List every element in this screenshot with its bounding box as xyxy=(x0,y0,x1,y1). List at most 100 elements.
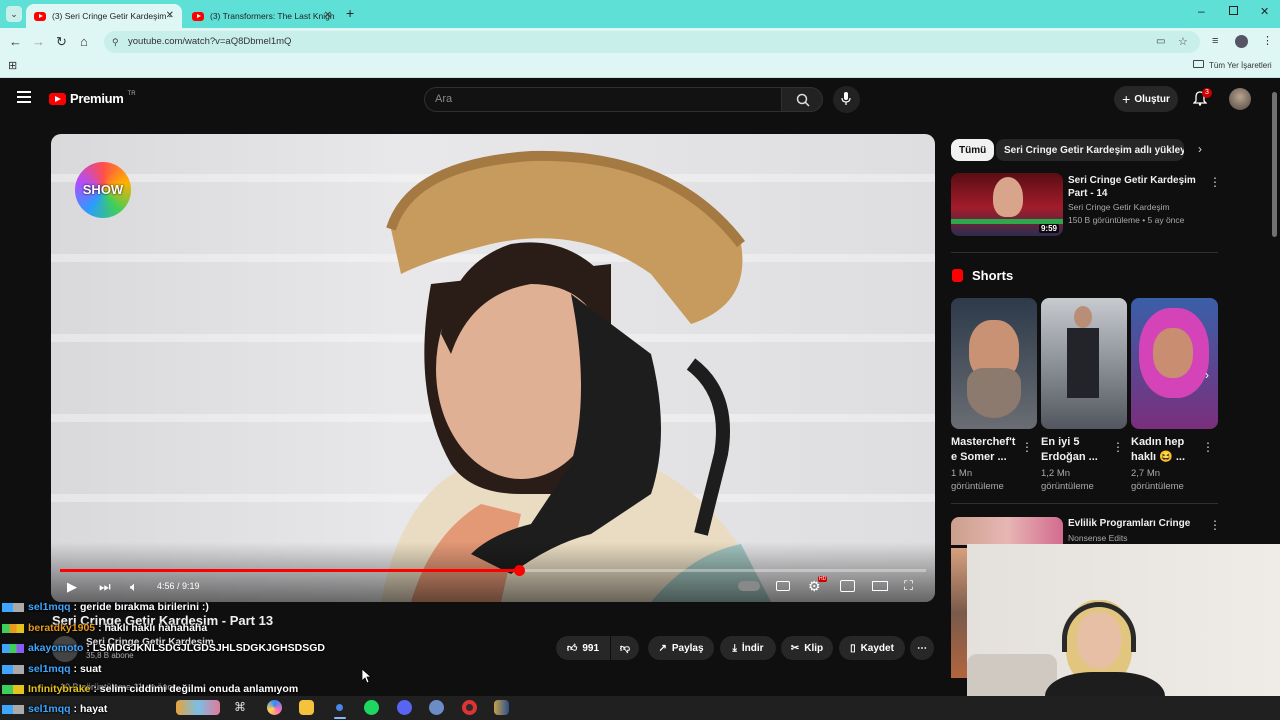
minimize-icon[interactable]: – xyxy=(1198,4,1205,18)
url-text: youtube.com/watch?v=aQ8Dbmel1mQ xyxy=(128,36,292,47)
thumbs-down-icon: 👎︎ xyxy=(619,643,631,654)
save-button[interactable]: ▯ Kaydet xyxy=(839,636,905,660)
video-channel[interactable]: Nonsense Edits xyxy=(1068,532,1128,544)
close-window-icon[interactable]: ✕ xyxy=(1260,5,1269,18)
autoplay-toggle[interactable] xyxy=(738,581,760,591)
chip-all[interactable]: Tümü xyxy=(951,139,995,161)
all-bookmarks-link[interactable]: Tüm Yer İşaretleri xyxy=(1209,61,1272,70)
chat-text: : haklı haklı hahahaha xyxy=(98,622,208,634)
tab-inactive[interactable]: (3) Transformers: The Last Knigh ✕ xyxy=(184,4,340,28)
reading-list-icon[interactable]: ≡ xyxy=(1212,35,1218,47)
obs-icon[interactable] xyxy=(462,700,477,715)
hamburger-menu-icon[interactable] xyxy=(17,91,31,103)
back-icon[interactable]: ← xyxy=(9,34,22,50)
video-thumbnail[interactable]: 9:59 xyxy=(951,173,1063,236)
install-app-icon[interactable]: ▭ xyxy=(1156,31,1165,53)
shorts-next-icon[interactable]: › xyxy=(1205,368,1209,382)
progress-bar-played xyxy=(60,569,519,572)
video-title[interactable]: Seri Cringe Getir Kardeşim Part - 14 xyxy=(1068,174,1208,200)
search-button[interactable] xyxy=(781,87,823,112)
browser-menu-icon[interactable]: ⋮ xyxy=(1262,34,1273,47)
chat-message: sel1mqq : suat xyxy=(2,663,102,675)
apps-grid-icon[interactable]: ⊞ xyxy=(8,59,17,72)
fullscreen-icon[interactable]: ⛶ xyxy=(904,578,913,594)
play-icon[interactable]: ▶ xyxy=(67,579,77,595)
home-icon[interactable]: ⌂ xyxy=(80,34,88,50)
bookmark-star-icon[interactable]: ☆ xyxy=(1178,31,1188,53)
notifications-button[interactable]: 3 xyxy=(1192,88,1212,111)
more-horiz-icon: ⋯ xyxy=(917,642,927,654)
new-tab-button[interactable]: + xyxy=(346,5,354,21)
chat-user: sel1mqq xyxy=(28,663,71,675)
more-vert-icon[interactable]: ⋮ xyxy=(1112,440,1124,454)
subtitles-icon[interactable] xyxy=(776,581,790,591)
chat-badges-icon xyxy=(2,704,24,714)
chrome-icon[interactable] xyxy=(332,700,347,715)
chat-message: beratdky1905 : haklı haklı hahahaha xyxy=(2,622,207,634)
forward-icon[interactable]: → xyxy=(32,34,45,50)
chat-text: : selim ciddimi değilmi onuda anlamıyom xyxy=(93,683,299,695)
shorts-title[interactable]: En iyi 5 Erdoğan ... xyxy=(1041,435,1103,465)
clip-button[interactable]: ✂ Klip xyxy=(781,636,833,660)
shorts-thumbnail[interactable]: › xyxy=(1131,298,1218,429)
voice-search-button[interactable] xyxy=(833,86,860,113)
more-vert-icon[interactable]: ⋮ xyxy=(1021,440,1033,454)
youtube-premium-logo[interactable]: Premium TR xyxy=(49,91,136,106)
search-input[interactable]: Ara xyxy=(424,87,782,112)
thumbnail-beard xyxy=(967,368,1021,418)
create-button[interactable]: + Oluştur xyxy=(1114,86,1178,112)
chat-message: sel1mqq : geride bırakma birilerini :) xyxy=(2,601,209,613)
shorts-heading: Shorts xyxy=(972,268,1014,283)
restore-icon[interactable] xyxy=(1229,6,1238,15)
theater-mode-icon[interactable] xyxy=(872,581,888,591)
miniplayer-icon[interactable] xyxy=(840,580,855,592)
chip-from-uploader[interactable]: Seri Cringe Getir Kardeşim adlı yükleyic… xyxy=(996,139,1184,161)
shorts-title[interactable]: Kadın hep haklı 😆 ... xyxy=(1131,435,1193,465)
app-icon[interactable] xyxy=(494,700,509,715)
close-tab-icon[interactable]: ✕ xyxy=(324,10,332,21)
profile-avatar[interactable] xyxy=(1235,35,1248,48)
site-info-icon[interactable]: ⚲ xyxy=(112,31,119,53)
file-explorer-icon[interactable] xyxy=(299,700,314,715)
more-vert-icon[interactable]: ⋮ xyxy=(1202,440,1214,454)
tab-active[interactable]: (3) Seri Cringe Getir Kardeşim - ✕ xyxy=(26,4,182,28)
reload-icon[interactable]: ↻ xyxy=(56,34,67,50)
like-button[interactable]: 👍︎ 991 xyxy=(556,636,610,660)
youtube-favicon-icon xyxy=(192,11,204,21)
discord-icon[interactable] xyxy=(397,700,412,715)
settings-app-icon[interactable] xyxy=(429,700,444,715)
more-actions-button[interactable]: ⋯ xyxy=(910,636,934,660)
download-button[interactable]: ⤓ İndir xyxy=(720,636,776,660)
next-icon[interactable]: ⏭ xyxy=(99,579,111,595)
video-channel[interactable]: Seri Cringe Getir Kardeşim xyxy=(1068,201,1170,213)
share-button[interactable]: ↗ Paylaş xyxy=(648,636,714,660)
shorts-thumbnail[interactable] xyxy=(1041,298,1127,429)
scrubber-handle[interactable] xyxy=(513,565,525,576)
widgets-icon[interactable] xyxy=(176,700,220,715)
chips-next-icon[interactable]: › xyxy=(1198,142,1202,156)
video-thumbnail[interactable] xyxy=(951,517,1063,545)
progress-bar[interactable] xyxy=(60,565,926,576)
shorts-title[interactable]: Masterchef't e Somer ... xyxy=(951,435,1017,465)
video-title[interactable]: Evlilik Programları Cringe xyxy=(1068,517,1208,530)
tab-search-icon[interactable]: ⌄ xyxy=(6,6,22,22)
task-view-icon[interactable]: ⌘ xyxy=(234,700,246,714)
mouse-cursor-icon xyxy=(362,669,372,683)
more-vert-icon[interactable]: ⋮ xyxy=(1209,175,1221,189)
video-player[interactable]: SHOW xyxy=(51,134,935,602)
save-label: Kaydet xyxy=(860,642,894,654)
notification-badge: 3 xyxy=(1202,88,1212,98)
account-avatar[interactable] xyxy=(1229,88,1251,110)
address-bar[interactable]: ⚲ youtube.com/watch?v=aQ8Dbmel1mQ ▭ ☆ xyxy=(104,31,1200,53)
more-vert-icon[interactable]: ⋮ xyxy=(1209,518,1221,532)
scissors-icon: ✂ xyxy=(790,642,800,654)
close-tab-icon[interactable]: ✕ xyxy=(166,10,174,21)
dislike-button[interactable]: 👎︎ xyxy=(611,636,639,660)
page-scrollbar[interactable] xyxy=(1272,92,1277,237)
shorts-thumbnail[interactable] xyxy=(951,298,1037,429)
spotify-icon[interactable] xyxy=(364,700,379,715)
volume-icon[interactable]: 🔈︎ xyxy=(130,579,138,595)
copilot-icon[interactable] xyxy=(267,700,282,715)
chat-badges-icon xyxy=(2,664,24,674)
shorts-logo-icon xyxy=(952,269,963,282)
